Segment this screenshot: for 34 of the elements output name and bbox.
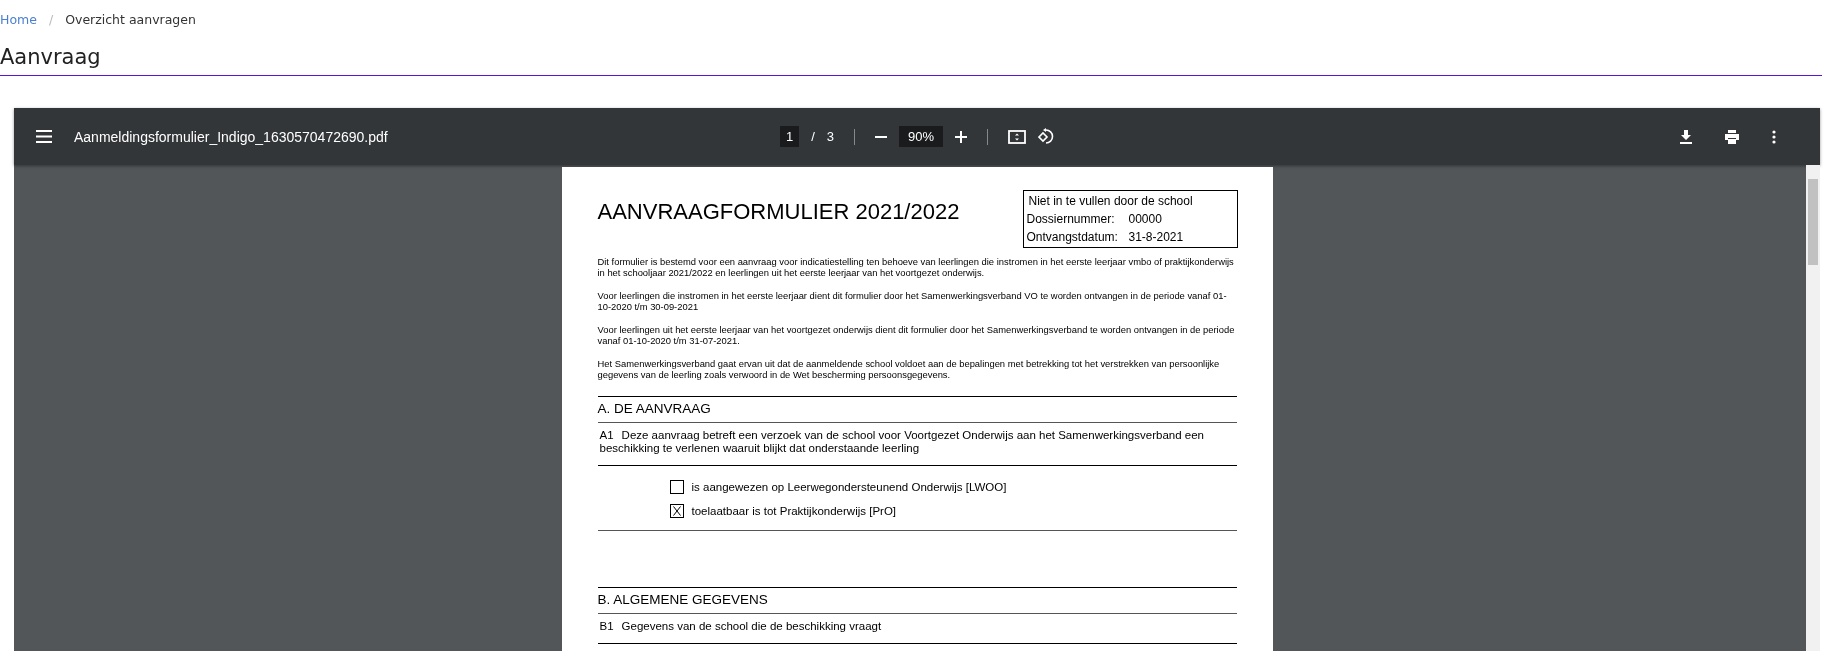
menu-icon[interactable] (36, 130, 52, 143)
scrollbar-thumb[interactable] (1808, 179, 1818, 265)
download-icon[interactable] (1680, 129, 1692, 144)
file-name: Aanmeldingsformulier_Indigo_1630570472690.pdf (74, 128, 388, 145)
zoom-field[interactable]: 90% (899, 126, 944, 147)
more-options-icon[interactable] (1772, 129, 1776, 144)
intro-paragraph: Voor leerlingen die instromen in het eerste leerjaar dient dit formulier door het Samenwerkingsverband VO te worden ontvangen in de periode vanaf 01-10-2020 t/m 30-09-2021 (597, 290, 1228, 312)
section-heading: B. ALGEMENE GEGEVENS (597, 588, 1237, 614)
zoom-out-icon[interactable] (875, 135, 888, 138)
zoom-in-icon[interactable] (955, 130, 968, 143)
option-label: toelaatbaar is tot Praktijkonderwijs [PrO] (691, 505, 897, 517)
page-number-field[interactable]: 1 (780, 126, 800, 147)
breadcrumb-link[interactable]: Home (0, 11, 37, 27)
option-label: is aangewezen op Leerwegondersteunend Onderwijs [LWOO] (691, 481, 1007, 493)
field-value: 00000 (1128, 212, 1162, 226)
field-label: Dossiernummer: (1026, 212, 1116, 226)
page-separator: / (811, 129, 815, 144)
breadcrumb-current: Overzicht aanvragen (65, 11, 196, 27)
fit-page-icon[interactable] (1008, 129, 1027, 144)
field-label: Ontvangstdatum: (1026, 230, 1119, 244)
intro-paragraph: Het Samenwerkingsverband gaat ervan uit dat de aanmeldende school voldoet aan de bepalingen met betrekking tot het verstrekken van persoonlijke gegevens van de leerling zoals verwoord in de Wet bescherming persoonsgegevens. (597, 358, 1221, 380)
field-value: 31-8-2021 (1128, 230, 1184, 244)
page-title: Aanvraag (0, 45, 1822, 76)
section-heading: A. DE AANVRAAG (597, 397, 1237, 423)
question-text: A1 Deze aanvraag betreft een verzoek van de school voor Voortgezet Onderwijs aan het Samenwerkingsverband een beschikking te verlenen waaruit blijkt dat onderstaande leerling (597, 423, 1237, 466)
question-text: B1 Gegevens van de school die de beschikking vraagt (597, 614, 1237, 644)
print-icon[interactable] (1724, 129, 1740, 144)
document-title: AANVRAAGFORMULIER 2021/2022 (597, 199, 960, 225)
intro-paragraph: Dit formulier is bestemd voor een aanvraag voor indicatiestelling ten behoeve van leerlingen die instromen in het eerste leerjaar vmbo of praktijkonderwijs in het schooljaar 2021/2022 en leerlingen uit het eerste leerjaar van het voortgezet onderwijs. (597, 256, 1235, 278)
page-count: 3 (826, 129, 835, 144)
office-box-heading: Niet in te vullen door de school (1028, 194, 1194, 208)
intro-paragraph: Voor leerlingen uit het eerste leerjaar van het voortgezet onderwijs dient dit formulier door het Samenwerkingsverband te worden ontvangen in de periode vanaf 01-10-2020 t/m 31-07-2021. (597, 324, 1236, 346)
rotate-icon[interactable] (1038, 128, 1056, 145)
breadcrumb-separator: / (48, 11, 54, 27)
